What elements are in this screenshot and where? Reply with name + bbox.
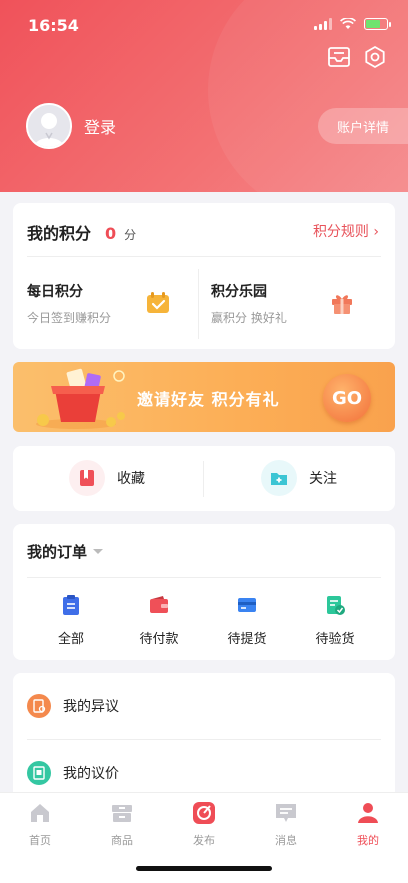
- follow-label: 关注: [309, 471, 337, 487]
- list-item-bargain[interactable]: 我的议价: [27, 761, 119, 785]
- order-all-label: 全部: [57, 632, 84, 647]
- gift-box-illustration-icon: [36, 368, 125, 429]
- home-icon: [31, 804, 49, 822]
- card-icon: [238, 598, 256, 612]
- order-all[interactable]: 全部: [31, 594, 111, 647]
- points-park-item[interactable]: 积分乐园 赢积分 换好礼: [211, 281, 287, 326]
- goods-icon: [112, 805, 132, 822]
- status-time: 16:54: [28, 16, 79, 35]
- tab-profile[interactable]: 我的: [338, 801, 398, 848]
- status-bar: 16:54: [0, 0, 408, 50]
- collect-item[interactable]: 收藏: [69, 460, 145, 496]
- wifi-icon: [340, 18, 356, 29]
- signal-icon: [314, 18, 332, 30]
- points-title: 我的积分: [27, 224, 92, 243]
- login-row[interactable]: 登录: [26, 103, 116, 149]
- home-indicator: [136, 866, 272, 871]
- avatar[interactable]: [26, 103, 72, 149]
- login-link[interactable]: 登录: [84, 114, 116, 138]
- bargain-icon: [27, 761, 51, 785]
- objection-label: 我的异议: [63, 699, 119, 715]
- tab-publish[interactable]: 发布: [174, 801, 234, 848]
- profile-icon: [358, 803, 378, 823]
- favorites-card: 收藏 关注: [13, 446, 395, 511]
- orders-card: 我的订单 全部 待付款 待提货 待验货: [13, 524, 395, 660]
- tab-goods-label: 商品: [111, 834, 133, 847]
- calendar-check-icon: [147, 292, 169, 313]
- status-icons: [314, 18, 391, 30]
- settings-icon[interactable]: [362, 44, 388, 70]
- divider: [27, 577, 381, 578]
- message-icon: [276, 804, 296, 822]
- check-doc-icon: [327, 596, 345, 615]
- follow-item[interactable]: 关注: [261, 460, 337, 496]
- points-unit: 分: [124, 228, 137, 242]
- tab-messages-label: 消息: [275, 834, 297, 847]
- points-rules-link[interactable]: 积分规则 ›: [313, 221, 379, 241]
- tab-messages[interactable]: 消息: [256, 801, 316, 848]
- tab-profile-label: 我的: [357, 834, 379, 847]
- order-pending-inspection-label: 待验货: [315, 632, 355, 647]
- account-detail-button[interactable]: 账户详情: [318, 108, 408, 144]
- wallet-icon: [150, 596, 168, 613]
- points-park-title: 积分乐园: [211, 284, 267, 300]
- divider: [198, 269, 199, 339]
- divider: [27, 739, 381, 740]
- chevron-down-icon: [93, 549, 104, 554]
- divider: [27, 256, 381, 257]
- follow-icon: [261, 460, 297, 496]
- orders-title-label: 我的订单: [27, 543, 88, 561]
- points-park-subtitle: 赢积分 换好礼: [211, 311, 287, 325]
- objection-icon: [27, 694, 51, 718]
- order-pending-payment-label: 待付款: [139, 632, 179, 647]
- tab-publish-label: 发布: [193, 834, 215, 847]
- tab-home-label: 首页: [29, 834, 51, 847]
- points-header: 我的积分 0 分: [27, 220, 136, 244]
- collect-label: 收藏: [117, 471, 145, 487]
- default-avatar-icon: [28, 105, 70, 147]
- banner-text: 邀请好友 积分有礼: [137, 390, 280, 409]
- divider: [203, 461, 204, 497]
- list-item-objection[interactable]: 我的异议: [27, 694, 119, 718]
- invite-friends-banner[interactable]: 邀请好友 积分有礼 GO: [13, 362, 395, 432]
- order-pending-pickup-label: 待提货: [227, 632, 267, 647]
- bargain-label: 我的议价: [63, 766, 119, 782]
- publish-icon: [193, 802, 215, 824]
- points-card: 我的积分 0 分 积分规则 › 每日积分 今日签到赚积分 积分乐园 赢积分 换好…: [13, 203, 395, 349]
- message-box-icon[interactable]: [326, 44, 352, 70]
- points-value: 0: [105, 224, 117, 243]
- order-pending-inspection[interactable]: 待验货: [295, 594, 375, 647]
- daily-points-title: 每日积分: [27, 284, 83, 300]
- daily-points-item[interactable]: 每日积分 今日签到赚积分: [27, 281, 111, 326]
- order-pending-payment[interactable]: 待付款: [119, 594, 199, 647]
- clipboard-icon: [63, 595, 79, 615]
- battery-icon: [364, 18, 391, 30]
- gift-icon: [332, 295, 352, 314]
- collect-icon: [69, 460, 105, 496]
- orders-title[interactable]: 我的订单: [27, 541, 104, 562]
- daily-points-subtitle: 今日签到赚积分: [27, 311, 112, 325]
- go-button[interactable]: GO: [323, 374, 371, 422]
- tab-goods[interactable]: 商品: [92, 801, 152, 848]
- order-pending-pickup[interactable]: 待提货: [207, 594, 287, 647]
- tab-home[interactable]: 首页: [10, 801, 70, 848]
